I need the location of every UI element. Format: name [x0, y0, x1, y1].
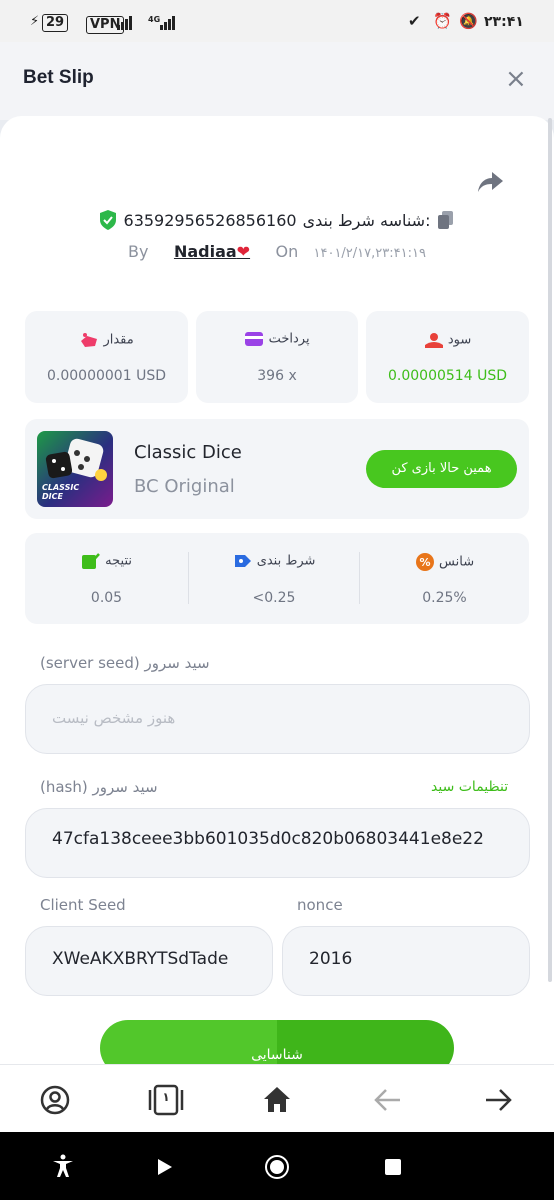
- amount-icon: [81, 333, 98, 347]
- bet-meta-row: By Nadiaa❤ On ۱۴۰۱/۲/۱۷,۲۳:۴۱:۱۹: [0, 242, 554, 261]
- bet-icon: [234, 555, 251, 567]
- payout-label-row: پرداخت: [196, 331, 358, 347]
- bottom-nav: ۱: [0, 1064, 554, 1133]
- payout-card: پرداخت 396 x: [196, 311, 358, 403]
- signal-icon: [117, 14, 133, 30]
- play-now-button[interactable]: همین حالا بازی کن: [366, 450, 517, 488]
- amount-label: مقدار: [103, 332, 134, 348]
- result-card: [25, 533, 529, 624]
- back-arrow-icon[interactable]: [374, 1087, 402, 1113]
- chance-label-row: % شانس: [360, 552, 529, 572]
- game-name: Classic Dice: [134, 442, 242, 463]
- profit-icon: [424, 333, 443, 348]
- server-seed-label: (server seed) سید سرور: [40, 654, 210, 672]
- hash-label: (hash) سید سرور: [40, 778, 158, 796]
- tab-count: ۱: [162, 1090, 170, 1104]
- nonce-value: 2016: [309, 949, 353, 969]
- hash-value: 47cfa138ceee3bb601035d0c820b06803441e8e2…: [52, 829, 484, 849]
- bet-date: ۱۴۰۱/۲/۱۷,۲۳:۴۱:۱۹: [313, 246, 426, 261]
- battery-indicator: 29: [42, 14, 69, 32]
- username-link[interactable]: Nadiaa❤: [174, 242, 250, 261]
- amount-card: مقدار 0.00000001 USD: [25, 311, 188, 403]
- network-type: 4G: [148, 15, 161, 24]
- username: Nadiaa: [173, 242, 237, 261]
- check-icon: ✔: [408, 12, 421, 30]
- profit-value: 0.00000514 USD: [388, 368, 507, 384]
- payout-value: 396 x: [257, 368, 297, 384]
- bet-label: شرط بندی: [256, 553, 316, 569]
- game-thumbnail[interactable]: CLASSIC DICE: [37, 431, 113, 507]
- game-provider: BC Original: [134, 476, 235, 497]
- heart-icon: ❤: [236, 242, 251, 261]
- profit-card: سود 0.00000514 USD: [366, 311, 529, 403]
- play-icon[interactable]: [156, 1157, 174, 1177]
- nonce-label: nonce: [297, 896, 343, 914]
- page-title: Bet Slip: [23, 67, 94, 88]
- profit-label-row: سود: [366, 331, 529, 349]
- system-nav-bar: [0, 1132, 554, 1200]
- signal-2-icon: [160, 14, 176, 30]
- bet-id-row: 63592956526856160 شناسه شرط بندی:: [0, 209, 554, 235]
- client-seed-value: XWeAKXBRYTSdTade: [52, 949, 229, 969]
- bet-value: <0.25: [252, 590, 296, 606]
- recents-icon[interactable]: [384, 1158, 402, 1176]
- bet-label-row: شرط بندی: [189, 552, 359, 570]
- alarm-icon: ⏰: [433, 12, 452, 30]
- svg-text:%: %: [419, 556, 430, 569]
- status-bar: ⚡ 29 VPN 4G ✔ ⏰ 🔕 ۲۳:۴۱: [0, 0, 554, 42]
- close-button[interactable]: ×: [505, 66, 527, 92]
- mute-icon: 🔕: [459, 12, 478, 30]
- bet-id-value: 63592956526856160: [123, 210, 297, 230]
- accessibility-icon[interactable]: [52, 1154, 74, 1178]
- shield-check-icon: [99, 210, 116, 230]
- result-label: نتیجه: [105, 553, 132, 569]
- chance-label: شانس: [439, 554, 475, 570]
- wallet-icon: [245, 332, 264, 346]
- home-icon[interactable]: [262, 1085, 292, 1113]
- client-seed-label: Client Seed: [40, 896, 126, 914]
- amount-value: 0.00000001 USD: [47, 368, 166, 384]
- result-label-row: نتیجه: [25, 552, 188, 570]
- home-circle-icon[interactable]: [264, 1154, 290, 1180]
- seed-settings-link[interactable]: تنظیمات سید: [431, 779, 508, 795]
- server-seed-placeholder: هنوز مشخص نیست: [52, 709, 176, 727]
- thumb-label: CLASSIC DICE: [42, 483, 80, 501]
- copy-icon[interactable]: [436, 209, 456, 231]
- percent-icon: %: [415, 553, 434, 571]
- profit-label: سود: [447, 332, 472, 348]
- profile-icon[interactable]: [40, 1085, 70, 1115]
- amount-label-row: مقدار: [25, 331, 188, 349]
- bet-id-label: شناسه شرط بندی:: [302, 210, 431, 230]
- clock: ۲۳:۴۱: [484, 14, 524, 30]
- share-icon[interactable]: [476, 170, 504, 194]
- charging-icon: ⚡: [30, 14, 40, 29]
- payout-label: پرداخت: [268, 331, 310, 347]
- forward-arrow-icon[interactable]: [484, 1087, 512, 1113]
- result-value: 0.05: [90, 590, 123, 606]
- on-label: On: [275, 242, 299, 261]
- chance-value: 0.25%: [422, 590, 467, 606]
- result-icon: [82, 553, 100, 569]
- by-label: By: [128, 242, 149, 261]
